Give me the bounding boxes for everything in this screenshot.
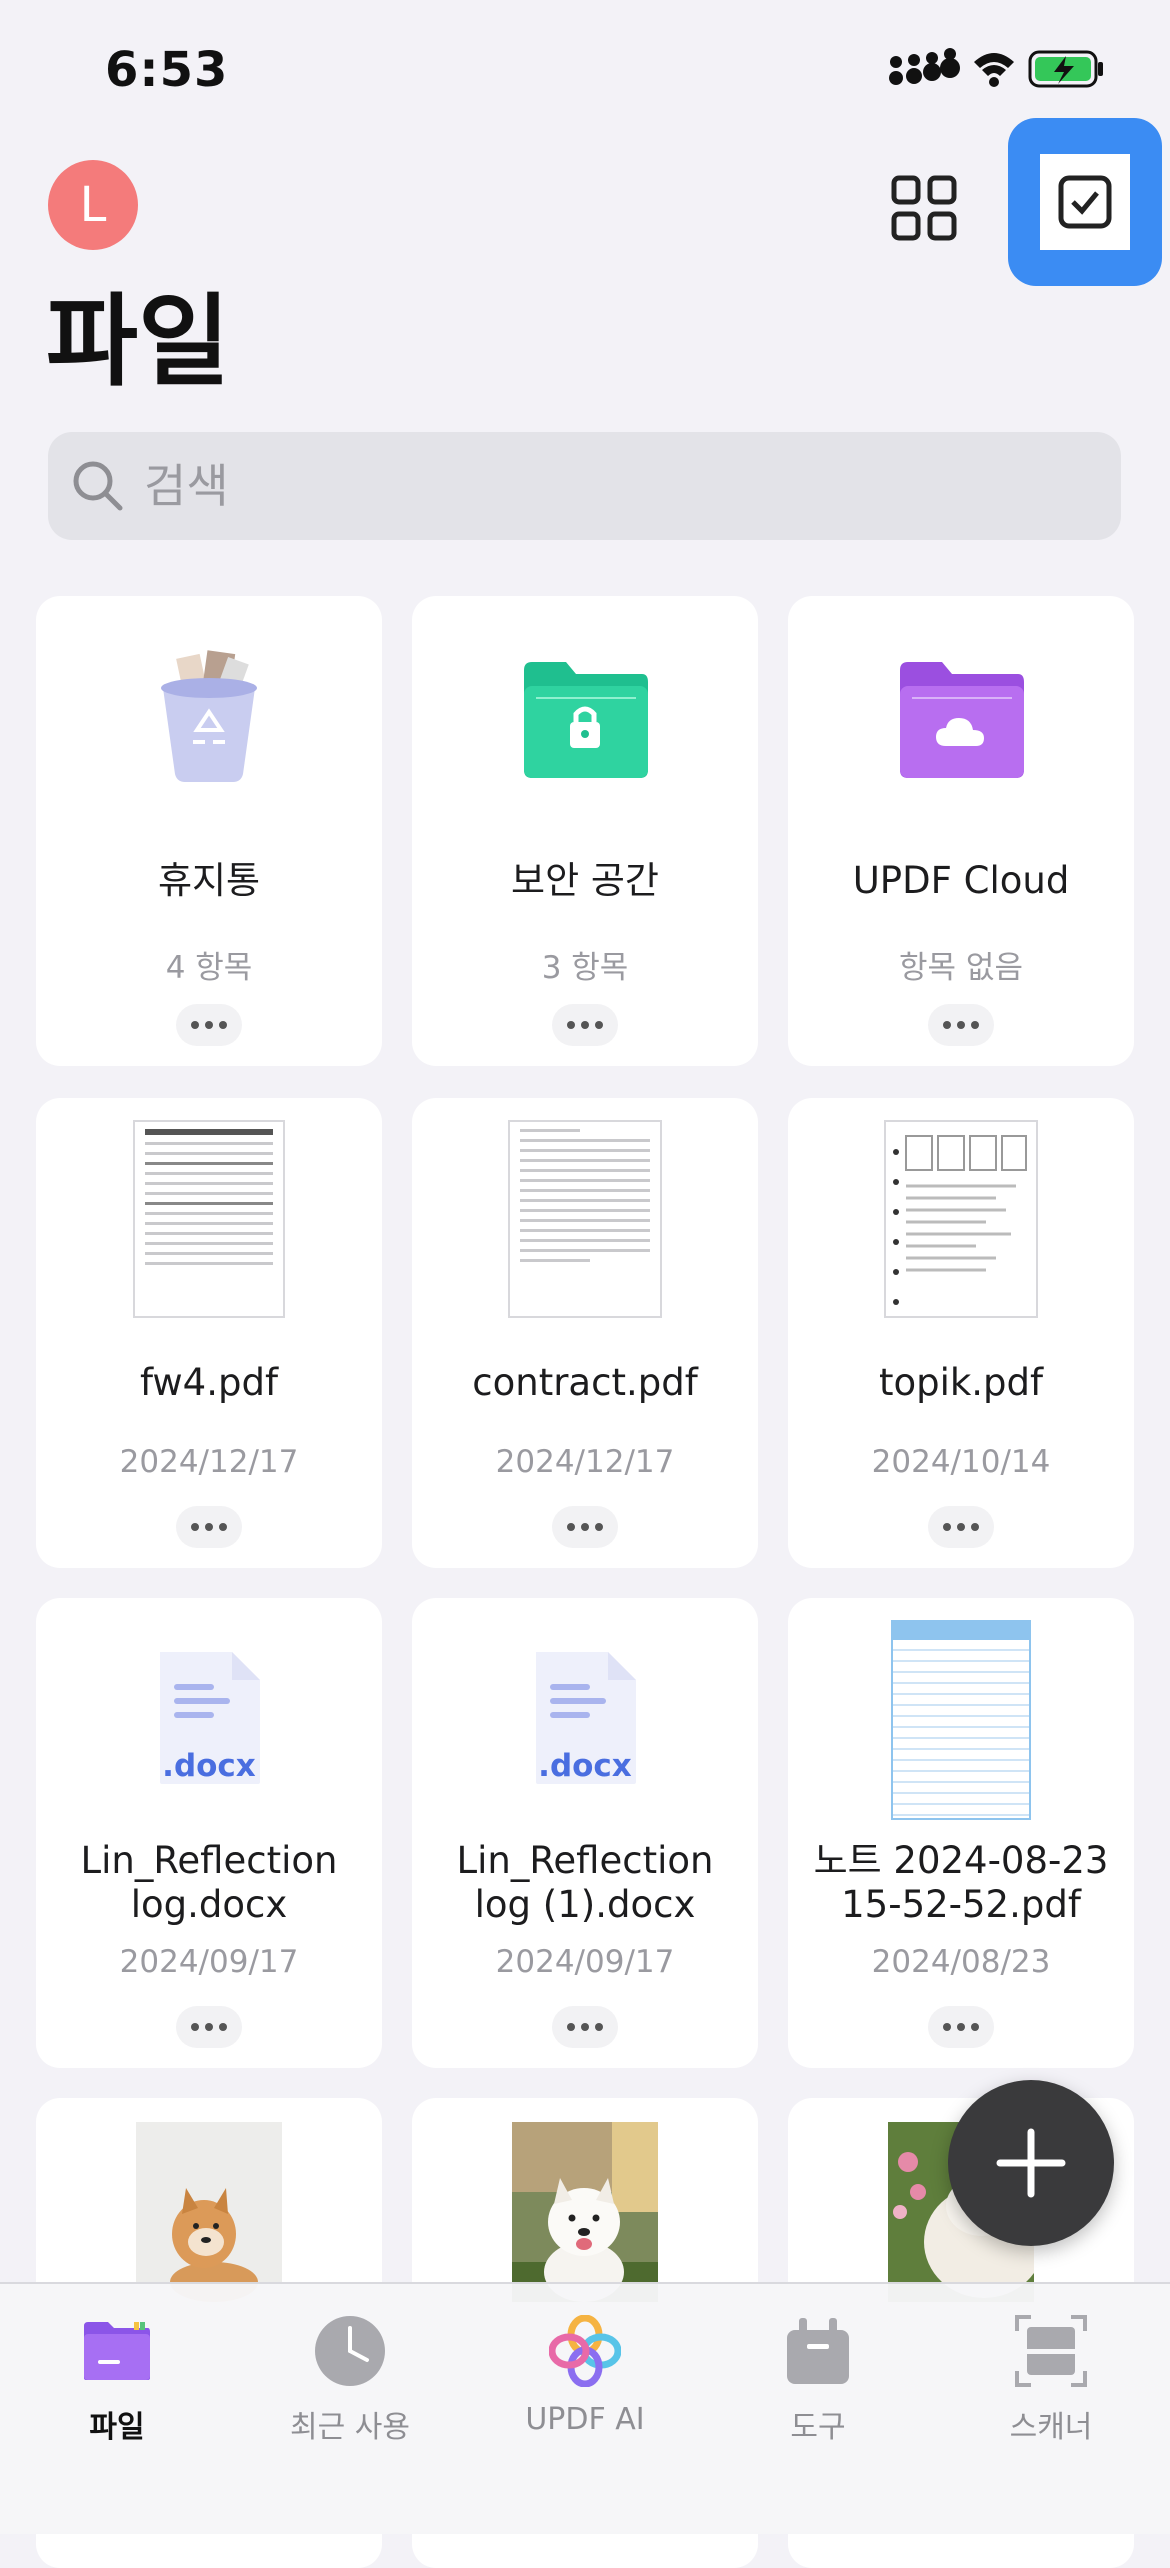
file-type-badge: .docx [162, 1748, 256, 1784]
file-thumbnail [133, 1120, 285, 1318]
tab-files[interactable]: 파일 [17, 2306, 217, 2446]
add-button[interactable] [948, 2080, 1114, 2246]
file-date: 2024/09/17 [495, 1944, 675, 1980]
checkbox-icon [1058, 175, 1112, 229]
file-date: 2024/12/17 [119, 1444, 299, 1480]
page-title: 파일 [46, 283, 230, 400]
tab-recent[interactable]: 최근 사용 [250, 2306, 450, 2446]
tab-updf-ai[interactable]: UPDF AI [485, 2306, 685, 2437]
tab-label: 최근 사용 [290, 2410, 410, 2445]
file-card[interactable]: .docx Lin_Reflection log.docx 2024/09/17 [36, 1598, 382, 2068]
tab-tools[interactable]: 도구 [718, 2306, 918, 2446]
file-name-line2: 15-52-52.pdf [841, 1883, 1081, 1926]
signal-icon [889, 48, 960, 85]
tab-scanner[interactable]: 스캐너 [951, 2306, 1151, 2446]
folder-count: 항목 없음 [899, 950, 1023, 986]
more-button[interactable] [928, 1004, 994, 1046]
note-thumbnail [891, 1620, 1031, 1820]
clock-icon [315, 2316, 385, 2386]
file-type-badge: .docx [538, 1748, 632, 1784]
cloud-folder-icon [900, 662, 1024, 778]
more-button[interactable] [928, 2006, 994, 2048]
file-name: fw4.pdf [140, 1361, 278, 1404]
more-button[interactable] [176, 1506, 242, 1548]
samoyed-dog-photo [512, 2122, 658, 2302]
search-bar[interactable] [48, 432, 1121, 540]
file-name-line1: Lin_Reflection [80, 1839, 338, 1882]
folder-name: UPDF Cloud [852, 859, 1070, 902]
select-mode-button[interactable] [1008, 118, 1162, 286]
more-button[interactable] [928, 1506, 994, 1548]
folder-count: 4 항목 [165, 950, 253, 986]
toolbox-icon [787, 2318, 849, 2384]
more-button[interactable] [552, 1004, 618, 1046]
tab-label: UPDF AI [525, 2402, 645, 2437]
more-button[interactable] [552, 2006, 618, 2048]
more-button[interactable] [552, 1506, 618, 1548]
ai-icon [549, 2315, 621, 2387]
file-card[interactable]: fw4.pdf 2024/12/17 [36, 1098, 382, 1568]
shiba-dog-photo [136, 2122, 282, 2302]
more-button[interactable] [176, 1004, 242, 1046]
folder-card-trash[interactable]: 휴지통 4 항목 [36, 596, 382, 1066]
tab-label: 스캐너 [1009, 2410, 1093, 2445]
avatar[interactable]: L [48, 160, 138, 250]
file-name-line1: Lin_Reflection [456, 1839, 714, 1882]
file-card[interactable]: 노트 2024-08-23 15-52-52.pdf 2024/08/23 [788, 1598, 1134, 2068]
folder-name: 휴지통 [157, 859, 261, 902]
scanner-icon [1015, 2315, 1087, 2387]
file-name-line2: log (1).docx [474, 1883, 696, 1926]
grid-view-icon[interactable] [888, 172, 960, 244]
folder-name: 보안 공간 [511, 859, 659, 902]
file-date: 2024/08/23 [871, 1944, 1051, 1980]
folder-card-cloud[interactable]: UPDF Cloud 항목 없음 [788, 596, 1134, 1066]
file-card[interactable]: contract.pdf 2024/12/17 [412, 1098, 758, 1568]
tab-bar: 파일 최근 사용 UPDF AI 도구 스캐너 [0, 2282, 1170, 2534]
folder-icon [84, 2322, 150, 2380]
file-name-line2: log.docx [130, 1883, 288, 1926]
trash-icon [161, 650, 257, 782]
folder-count: 3 항목 [541, 950, 629, 986]
tab-label: 파일 [89, 2410, 145, 2445]
file-card[interactable]: .docx Lin_Reflection log (1).docx 2024/0… [412, 1598, 758, 2068]
more-button[interactable] [176, 2006, 242, 2048]
file-card[interactable]: topik.pdf 2024/10/14 [788, 1098, 1134, 1568]
lock-folder-icon [524, 662, 648, 778]
search-icon [73, 461, 123, 511]
status-time: 6:53 [105, 42, 229, 98]
status-icons [889, 48, 1103, 88]
file-name: contract.pdf [472, 1361, 698, 1404]
file-name: topik.pdf [878, 1361, 1044, 1404]
file-date: 2024/09/17 [119, 1944, 299, 1980]
wifi-icon [974, 53, 1014, 87]
file-thumbnail [508, 1120, 662, 1318]
file-thumbnail [884, 1120, 1038, 1318]
tab-label: 도구 [790, 2410, 846, 2445]
battery-icon [1028, 50, 1103, 88]
file-date: 2024/12/17 [495, 1444, 675, 1480]
plus-icon [996, 2128, 1066, 2198]
search-input[interactable] [142, 458, 1046, 514]
file-date: 2024/10/14 [871, 1444, 1051, 1480]
folder-card-secure[interactable]: 보안 공간 3 항목 [412, 596, 758, 1066]
file-name-line1: 노트 2024-08-23 [813, 1839, 1109, 1882]
